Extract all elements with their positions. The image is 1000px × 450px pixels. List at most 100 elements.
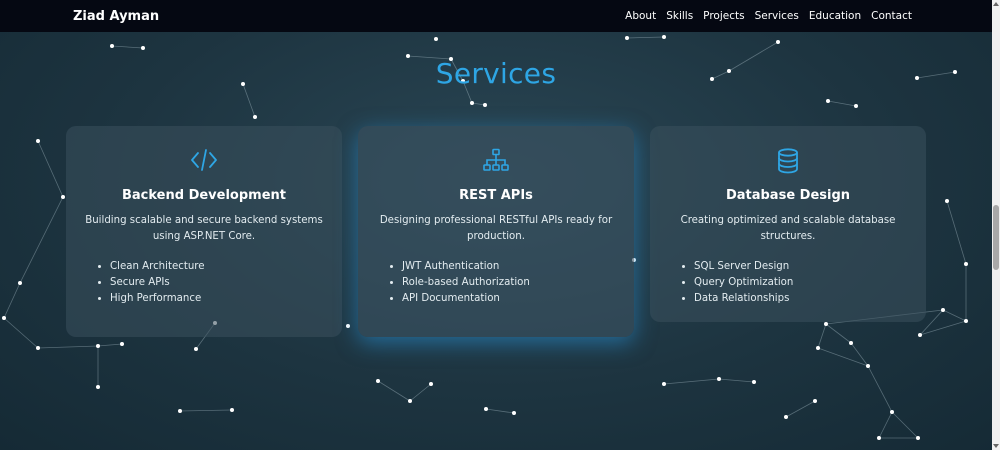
particle-link	[817, 323, 827, 349]
particle-dot	[866, 364, 870, 368]
scroll-down-icon[interactable]	[993, 444, 999, 448]
particle-link	[827, 100, 857, 107]
particle-dot	[916, 436, 920, 440]
service-card-rest-apis: REST APIs Designing professional RESTful…	[358, 126, 634, 337]
particle-dot	[625, 36, 629, 40]
nav-link-contact[interactable]: Contact	[871, 10, 912, 22]
particle-dot	[854, 104, 858, 108]
particle-dot	[470, 101, 474, 105]
particle-dot	[120, 342, 124, 346]
particle-dot	[2, 316, 6, 320]
card-description: Designing professional RESTful APIs read…	[379, 215, 613, 242]
particle-dot	[36, 139, 40, 143]
particle-dot	[408, 399, 412, 403]
particle-dot	[96, 385, 100, 389]
service-card-database: Database Design Creating optimized and s…	[650, 126, 926, 322]
feature-item: High Performance	[110, 291, 326, 307]
particle-dot	[230, 408, 234, 412]
particle-dot	[826, 99, 830, 103]
particle-dot	[376, 379, 380, 383]
particle-link	[179, 409, 233, 412]
particle-link	[111, 45, 144, 49]
feature-item: Clean Architecture	[110, 259, 326, 275]
particle-dot	[178, 409, 182, 413]
particle-dot	[110, 44, 114, 48]
feature-list: JWT Authentication Role-based Authorizat…	[374, 259, 618, 307]
nav-link-education[interactable]: Education	[809, 10, 861, 22]
particle-link	[785, 400, 816, 418]
particle-link	[37, 345, 99, 349]
card-description: Building scalable and secure backend sys…	[85, 215, 323, 242]
particle-link	[19, 196, 64, 284]
nav-links: About Skills Projects Services Education…	[625, 10, 912, 22]
feature-item: Query Optimization	[694, 275, 910, 291]
navbar: Ziad Ayman About Skills Projects Service…	[0, 0, 992, 32]
feature-item: SQL Server Design	[694, 259, 910, 275]
particle-dot	[964, 262, 968, 266]
particle-dot	[784, 415, 788, 419]
particle-link	[485, 408, 515, 414]
code-icon	[82, 148, 326, 174]
nav-link-projects[interactable]: Projects	[703, 10, 744, 22]
scroll-thumb[interactable]	[993, 205, 999, 270]
particle-dot	[662, 35, 666, 39]
particle-link	[97, 343, 123, 347]
feature-list: SQL Server Design Query Optimization Dat…	[666, 259, 910, 307]
particle-link	[891, 411, 919, 439]
particle-link	[626, 36, 665, 39]
particle-dot	[849, 341, 853, 345]
card-title: Backend Development	[121, 188, 286, 203]
particle-dot	[813, 399, 817, 403]
particle-dot	[824, 322, 828, 326]
feature-item: API Documentation	[402, 291, 618, 307]
particle-dot	[434, 37, 438, 41]
particle-link	[942, 309, 967, 322]
particle-dot	[346, 324, 350, 328]
feature-item: Data Relationships	[694, 291, 910, 307]
particle-dot	[18, 281, 22, 285]
particle-dot	[890, 410, 894, 414]
card-title: Database Design	[725, 188, 851, 203]
particle-dot	[429, 382, 433, 386]
particle-link	[878, 411, 893, 439]
scrollbar[interactable]	[992, 0, 1000, 450]
particle-dot	[752, 380, 756, 384]
nav-link-skills[interactable]: Skills	[666, 10, 693, 22]
particle-link	[3, 282, 21, 319]
particle-link	[409, 383, 432, 402]
particle-dot	[776, 40, 780, 44]
particle-dot	[918, 333, 922, 337]
feature-item: Role-based Authorization	[402, 275, 618, 291]
particle-link	[817, 347, 869, 367]
card-description: Creating optimized and scalable database…	[680, 215, 896, 242]
particle-link	[3, 317, 39, 349]
particle-dot	[253, 115, 257, 119]
service-card-backend: Backend Development Building scalable an…	[66, 126, 342, 337]
particle-link	[825, 323, 852, 344]
particle-dot	[964, 319, 968, 323]
feature-item: Secure APIs	[110, 275, 326, 291]
particle-dot	[141, 46, 145, 50]
particle-link	[718, 378, 755, 383]
particle-link	[663, 378, 720, 385]
section-title: Services	[435, 57, 557, 90]
particle-dot	[512, 411, 516, 415]
nav-link-services[interactable]: Services	[755, 10, 799, 22]
particle-dot	[483, 103, 487, 107]
particle-dot	[717, 377, 721, 381]
particle-dot	[194, 347, 198, 351]
nav-link-about[interactable]: About	[625, 10, 656, 22]
sitemap-icon	[374, 148, 618, 174]
scroll-up-icon[interactable]	[993, 2, 999, 6]
feature-item: JWT Authentication	[402, 259, 618, 275]
database-icon	[666, 148, 910, 174]
particle-dot	[816, 346, 820, 350]
particle-dot	[877, 436, 881, 440]
particle-link	[377, 380, 411, 402]
particle-dot	[96, 344, 100, 348]
particle-dot	[36, 346, 40, 350]
particle-dot	[61, 195, 65, 199]
brand-logo[interactable]: Ziad Ayman	[73, 9, 159, 24]
particle-dot	[941, 308, 945, 312]
particle-dot	[484, 407, 488, 411]
